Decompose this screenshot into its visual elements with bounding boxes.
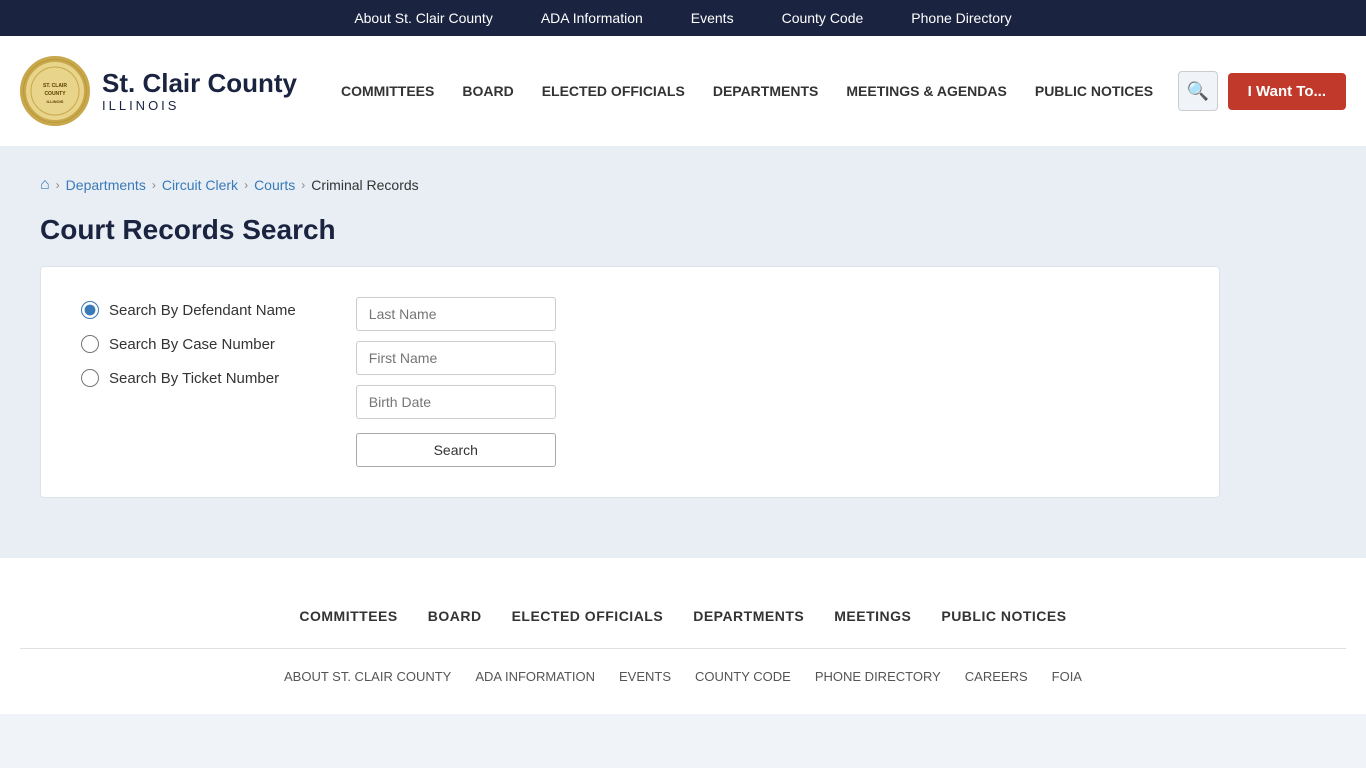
footer-bottom-link-careers[interactable]: CAREERS	[965, 669, 1028, 684]
breadcrumb-current: Criminal Records	[311, 177, 418, 193]
topbar-link-ada[interactable]: ADA Information	[541, 10, 643, 26]
nav-item-departments[interactable]: DEPARTMENTS	[699, 75, 833, 107]
input-first-name[interactable]	[356, 341, 556, 375]
footer-bottom-link-county-code[interactable]: COUNTY CODE	[695, 669, 791, 684]
nav-item-elected-officials[interactable]: ELECTED OFFICIALS	[528, 75, 699, 107]
header: ST. CLAIR COUNTY ILLINOIS St. Clair Coun…	[0, 36, 1366, 146]
home-icon[interactable]: ⌂	[40, 176, 50, 194]
radio-by-ticket[interactable]	[81, 369, 99, 387]
nav-actions: 🔍 I Want To...	[1178, 71, 1346, 111]
topbar-link-phone-directory[interactable]: Phone Directory	[911, 10, 1011, 26]
topbar-link-about[interactable]: About St. Clair County	[354, 10, 493, 26]
footer-top-link-meetings[interactable]: MEETINGS	[834, 608, 911, 624]
logo-state: ILLINOIS	[102, 98, 297, 113]
search-submit-button[interactable]: Search	[356, 433, 556, 467]
footer-top-link-board[interactable]: BOARD	[428, 608, 482, 624]
search-card: Search By Defendant Name Search By Case N…	[40, 266, 1220, 498]
radio-label-text-by-ticket: Search By Ticket Number	[109, 370, 279, 387]
svg-text:COUNTY: COUNTY	[44, 91, 66, 97]
breadcrumb-departments[interactable]: Departments	[66, 177, 146, 193]
footer: COMMITTEES BOARD ELECTED OFFICIALS DEPARTME…	[0, 558, 1366, 714]
topbar-link-county-code[interactable]: County Code	[782, 10, 864, 26]
svg-text:ILLINOIS: ILLINOIS	[47, 99, 64, 104]
footer-bottom-link-phone-directory[interactable]: PHONE DIRECTORY	[815, 669, 941, 684]
footer-nav-top: COMMITTEES BOARD ELECTED OFFICIALS DEPARTME…	[20, 588, 1346, 649]
logo-text: St. Clair County ILLINOIS	[102, 69, 297, 113]
footer-nav-bottom: ABOUT ST. CLAIR COUNTY ADA INFORMATION EVE…	[20, 649, 1346, 694]
radio-label-by-name[interactable]: Search By Defendant Name	[81, 301, 296, 319]
radio-label-text-by-name: Search By Defendant Name	[109, 302, 296, 319]
footer-bottom-link-about[interactable]: ABOUT ST. CLAIR COUNTY	[284, 669, 451, 684]
search-icon-button[interactable]: 🔍	[1178, 71, 1218, 111]
input-birth-date[interactable]	[356, 385, 556, 419]
breadcrumb: ⌂ › Departments › Circuit Clerk › Courts…	[40, 166, 1326, 194]
footer-top-link-elected-officials[interactable]: ELECTED OFFICIALS	[512, 608, 664, 624]
radio-label-by-case[interactable]: Search By Case Number	[81, 335, 296, 353]
content-area: ⌂ › Departments › Circuit Clerk › Courts…	[0, 146, 1366, 558]
radio-label-by-ticket[interactable]: Search By Ticket Number	[81, 369, 296, 387]
radio-by-case[interactable]	[81, 335, 99, 353]
radio-group: Search By Defendant Name Search By Case N…	[81, 297, 296, 387]
i-want-to-button[interactable]: I Want To...	[1228, 73, 1346, 110]
footer-bottom-link-ada[interactable]: ADA INFORMATION	[475, 669, 595, 684]
input-last-name[interactable]	[356, 297, 556, 331]
fields-group: Search	[356, 297, 556, 467]
footer-bottom-link-events[interactable]: EVENTS	[619, 669, 671, 684]
top-bar: About St. Clair County ADA Information Eve…	[0, 0, 1366, 36]
logo-county-name: St. Clair County	[102, 69, 297, 98]
radio-label-text-by-case: Search By Case Number	[109, 336, 275, 353]
logo[interactable]: ST. CLAIR COUNTY ILLINOIS St. Clair Coun…	[20, 56, 297, 126]
search-form: Search By Defendant Name Search By Case N…	[81, 297, 1179, 467]
breadcrumb-circuit-clerk[interactable]: Circuit Clerk	[162, 177, 238, 193]
footer-bottom-link-foia[interactable]: FOIA	[1052, 669, 1082, 684]
radio-by-name[interactable]	[81, 301, 99, 319]
logo-seal: ST. CLAIR COUNTY ILLINOIS	[20, 56, 90, 126]
page-title: Court Records Search	[40, 214, 1326, 246]
breadcrumb-courts[interactable]: Courts	[254, 177, 295, 193]
nav-item-public-notices[interactable]: PUBLIC NOTICES	[1021, 75, 1167, 107]
nav-item-board[interactable]: BOARD	[448, 75, 527, 107]
topbar-link-events[interactable]: Events	[691, 10, 734, 26]
footer-top-link-public-notices[interactable]: PUBLIC NOTICES	[941, 608, 1066, 624]
footer-top-link-committees[interactable]: COMMITTEES	[299, 608, 397, 624]
main-nav: COMMITTEESBOARDELECTED OFFICIALSDEPARTME…	[327, 75, 1178, 107]
svg-text:ST. CLAIR: ST. CLAIR	[43, 83, 67, 89]
footer-top-link-departments[interactable]: DEPARTMENTS	[693, 608, 804, 624]
nav-item-committees[interactable]: COMMITTEES	[327, 75, 448, 107]
nav-item-meetings-agendas[interactable]: MEETINGS & AGENDAS	[832, 75, 1021, 107]
